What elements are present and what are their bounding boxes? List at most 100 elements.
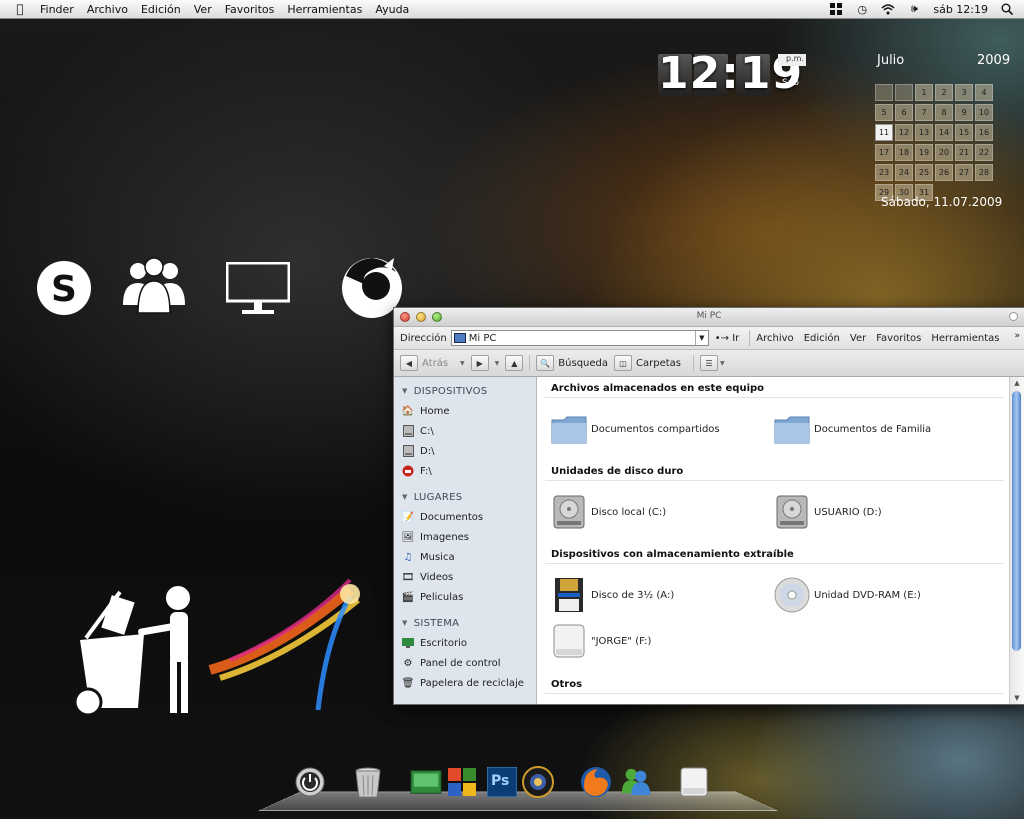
sidebar-item-musica[interactable]: ♫ Musica	[394, 547, 536, 567]
spotlight-search-icon[interactable]	[1000, 2, 1014, 16]
calendar-day[interactable]: 3	[955, 84, 973, 101]
window-menu-herramientas[interactable]: Herramientas	[931, 333, 999, 344]
window-menu-archivo[interactable]: Archivo	[756, 333, 793, 344]
address-field[interactable]: Mi PC ▼	[450, 330, 709, 346]
calendar-day[interactable]: 9	[955, 104, 973, 121]
back-button[interactable]: ◀	[400, 355, 418, 371]
sidebar-item-papelera[interactable]: 🗑 Papelera de reciclaje	[394, 673, 536, 693]
sidebar-item-peliculas[interactable]: 🎬 Peliculas	[394, 587, 536, 607]
sidebar-item-imagenes[interactable]: 🖼 Imagenes	[394, 527, 536, 547]
back-label[interactable]: Atrás	[422, 358, 448, 369]
item-jorge-f[interactable]: "JORGE" (F:)	[551, 623, 651, 659]
sidebar-item-videos[interactable]: 🎞 Videos	[394, 567, 536, 587]
recycle-bin-desktop-icon[interactable]	[72, 578, 212, 721]
views-dropdown-icon[interactable]: ▼	[720, 360, 725, 367]
skype-icon[interactable]: S	[34, 257, 94, 322]
menu-edicion[interactable]: Edición	[141, 3, 181, 16]
windows-icon[interactable]	[829, 2, 843, 16]
sidebar-item-f-drive[interactable]: F:\	[394, 461, 536, 481]
sidebar-item-documentos[interactable]: 📝 Documentos	[394, 507, 536, 527]
scroll-down-arrow-icon[interactable]: ▼	[1010, 692, 1024, 704]
address-dropdown-icon[interactable]: ▼	[694, 331, 708, 345]
window-menu-favoritos[interactable]: Favoritos	[876, 333, 921, 344]
photoshop-icon[interactable]: Ps	[486, 766, 518, 798]
sidebar-item-d-drive[interactable]: D:\	[394, 441, 536, 461]
drive-icon[interactable]	[678, 766, 710, 798]
calendar-day[interactable]: 6	[895, 104, 913, 121]
sidebar-section-dispositivos[interactable]: ▼ DISPOSITIVOS	[394, 381, 536, 401]
more-chevron-icon[interactable]: »	[1014, 331, 1020, 341]
contacts-icon[interactable]	[120, 257, 188, 318]
folders-label[interactable]: Carpetas	[636, 358, 681, 369]
power-icon[interactable]	[294, 766, 326, 798]
time-machine-icon[interactable]: ◷	[855, 2, 869, 16]
monitor-icon[interactable]	[225, 261, 291, 321]
firefox-icon[interactable]	[580, 766, 612, 798]
wifi-icon[interactable]	[881, 2, 895, 16]
calendar-day[interactable]: 21	[955, 144, 973, 161]
game-icon[interactable]	[522, 766, 554, 798]
sidebar-section-sistema[interactable]: ▼ SISTEMA	[394, 613, 536, 633]
menu-herramientas[interactable]: Herramientas	[287, 3, 362, 16]
item-dvd-ram-e[interactable]: Unidad DVD-RAM (E:)	[774, 577, 921, 613]
calendar-day[interactable]: 18	[895, 144, 913, 161]
calendar-day[interactable]: 1	[915, 84, 933, 101]
item-disco-a[interactable]: Disco de 3½ (A:)	[551, 577, 674, 613]
calendar-day[interactable]: 28	[975, 164, 993, 181]
item-documentos-de-familia[interactable]: Documentos de Familia	[774, 411, 931, 447]
window-titlebar[interactable]: Mi PC	[394, 308, 1024, 327]
calendar-day[interactable]: 17	[875, 144, 893, 161]
item-usuario-d[interactable]: USUARIO (D:)	[774, 494, 882, 530]
calendar-day[interactable]: 2	[935, 84, 953, 101]
calendar-day[interactable]: 12	[895, 124, 913, 141]
window-menu-ver[interactable]: Ver	[850, 333, 866, 344]
menu-ver[interactable]: Ver	[194, 3, 212, 16]
menu-favoritos[interactable]: Favoritos	[225, 3, 275, 16]
menu-ayuda[interactable]: Ayuda	[375, 3, 409, 16]
item-disco-local-c[interactable]: Disco local (C:)	[551, 494, 666, 530]
menu-archivo[interactable]: Archivo	[87, 3, 128, 16]
sidebar-item-c-drive[interactable]: C:\	[394, 421, 536, 441]
calendar-day[interactable]: 7	[915, 104, 933, 121]
window-menu-edicion[interactable]: Edición	[804, 333, 840, 344]
go-button[interactable]: •→ Ir	[715, 333, 740, 344]
volume-icon[interactable]: 🕪	[907, 2, 921, 16]
sidebar-section-lugares[interactable]: ▼ LUGARES	[394, 487, 536, 507]
calendar-day[interactable]: 16	[975, 124, 993, 141]
calendar-day[interactable]: 20	[935, 144, 953, 161]
calendar-day[interactable]: 27	[955, 164, 973, 181]
calendar-day[interactable]: 25	[915, 164, 933, 181]
item-documentos-compartidos[interactable]: Documentos compartidos	[551, 411, 720, 447]
toolbar-toggle-button[interactable]	[1009, 312, 1018, 321]
up-button[interactable]: ▲	[505, 355, 524, 371]
forward-dropdown-icon[interactable]: ▼	[495, 360, 500, 367]
calendar-day[interactable]: 23	[875, 164, 893, 181]
folders-button[interactable]: ◫	[614, 355, 633, 371]
calendar-day[interactable]: 11	[875, 124, 893, 141]
calendar-day[interactable]: 13	[915, 124, 933, 141]
calendar-day[interactable]: 19	[915, 144, 933, 161]
search-button[interactable]: 🔍	[536, 355, 555, 371]
apple-menu-icon[interactable]: 	[0, 2, 40, 16]
search-label[interactable]: Búsqueda	[558, 358, 608, 369]
scroll-up-arrow-icon[interactable]: ▲	[1010, 377, 1024, 389]
sidebar-item-panel-de-control[interactable]: ⚙ Panel de control	[394, 653, 536, 673]
messenger-icon[interactable]	[620, 766, 652, 798]
forward-button[interactable]: ▶	[470, 355, 489, 371]
calendar-day[interactable]: 26	[935, 164, 953, 181]
calendar-day[interactable]: 14	[935, 124, 953, 141]
office-icon[interactable]	[446, 766, 478, 798]
views-button[interactable]: ☰	[700, 355, 719, 371]
calendar-day[interactable]: 15	[955, 124, 973, 141]
trash-icon[interactable]	[352, 766, 384, 798]
calendar-day[interactable]: 4	[975, 84, 993, 101]
calendar-day[interactable]: 8	[935, 104, 953, 121]
menu-finder[interactable]: Finder	[40, 3, 74, 16]
calendar-day[interactable]: 5	[875, 104, 893, 121]
calendar-day[interactable]: 22	[975, 144, 993, 161]
vertical-scrollbar[interactable]: ▲ ▼	[1009, 377, 1024, 704]
calendar-day[interactable]: 24	[895, 164, 913, 181]
calendar-day[interactable]: 10	[975, 104, 993, 121]
menubar-clock[interactable]: sáb 12:19	[933, 3, 988, 16]
back-dropdown-icon[interactable]: ▼	[460, 360, 465, 367]
